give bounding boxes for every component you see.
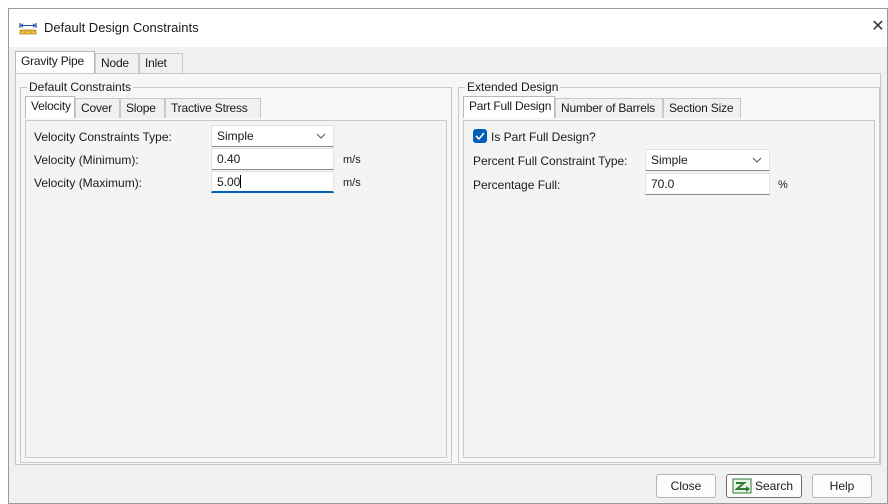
search-button-label: Search [755,479,794,493]
tab-cover[interactable]: Cover [75,98,120,118]
close-icon: ✕ [871,18,885,35]
velocity-max-label: Velocity (Maximum): [34,176,143,190]
search-icon [732,478,752,494]
velocity-page: Velocity Constraints Type: Simple Veloci… [25,120,447,458]
percentage-full-unit: % [778,179,788,191]
tab-number-of-barrels[interactable]: Number of Barrels [555,98,663,118]
default-constraints-title: Default Constraints [27,80,134,94]
title-bar: Default Design Constraints ✕ [9,9,887,47]
default-constraints-group: Default Constraints Velocity Cover Slope… [20,80,452,463]
window-title: Default Design Constraints [44,20,199,35]
part-full-design-page: Is Part Full Design? Percent Full Constr… [463,120,875,458]
velocity-type-value: Simple [217,129,254,143]
part-full-checkbox[interactable] [473,129,487,143]
percent-full-type-label: Percent Full Constraint Type: [473,154,628,168]
percentage-full-input[interactable]: 70.0 [645,173,770,195]
button-bar: Close Search Help [9,469,887,503]
percent-full-type-value: Simple [651,153,688,167]
part-full-checkbox-label: Is Part Full Design? [491,130,596,144]
velocity-type-select[interactable]: Simple [211,125,334,147]
close-button[interactable]: Close [656,474,716,498]
chevron-down-icon [316,133,326,139]
tab-gravity-pipe[interactable]: Gravity Pipe [15,51,95,73]
tab-section-size[interactable]: Section Size [663,98,741,118]
chevron-down-icon [752,157,762,163]
tab-tractive-stress[interactable]: Tractive Stress [165,98,261,118]
gravity-pipe-page: Default Constraints Velocity Cover Slope… [15,73,881,465]
close-window-button[interactable]: ✕ [869,17,887,37]
percentage-full-label: Percentage Full: [473,178,561,192]
velocity-type-label: Velocity Constraints Type: [34,130,172,144]
text-caret [240,175,242,188]
velocity-min-unit: m/s [343,154,361,166]
velocity-min-input[interactable]: 0.40 [211,148,334,170]
tab-part-full-design[interactable]: Part Full Design [463,96,555,118]
tab-velocity[interactable]: Velocity [25,96,75,118]
percent-full-type-select[interactable]: Simple [645,149,770,171]
ruler-dimension-icon [19,23,37,35]
extended-design-title: Extended Design [465,80,561,94]
dialog-window: Default Design Constraints ✕ Gravity Pip… [8,8,888,504]
extended-design-group: Extended Design Part Full Design Number … [458,80,880,463]
tab-inlet[interactable]: Inlet [139,53,183,73]
velocity-max-input[interactable]: 5.00 [211,171,334,193]
percentage-full-value: 70.0 [651,177,675,191]
velocity-min-label: Velocity (Minimum): [34,153,139,167]
help-button[interactable]: Help [812,474,872,498]
tab-node[interactable]: Node [95,53,139,73]
velocity-max-value: 5.00 [217,175,241,189]
checkmark-icon [475,132,485,141]
velocity-min-value: 0.40 [217,152,241,166]
velocity-max-unit: m/s [343,177,361,189]
tab-slope[interactable]: Slope [120,98,165,118]
search-button[interactable]: Search [726,474,802,498]
